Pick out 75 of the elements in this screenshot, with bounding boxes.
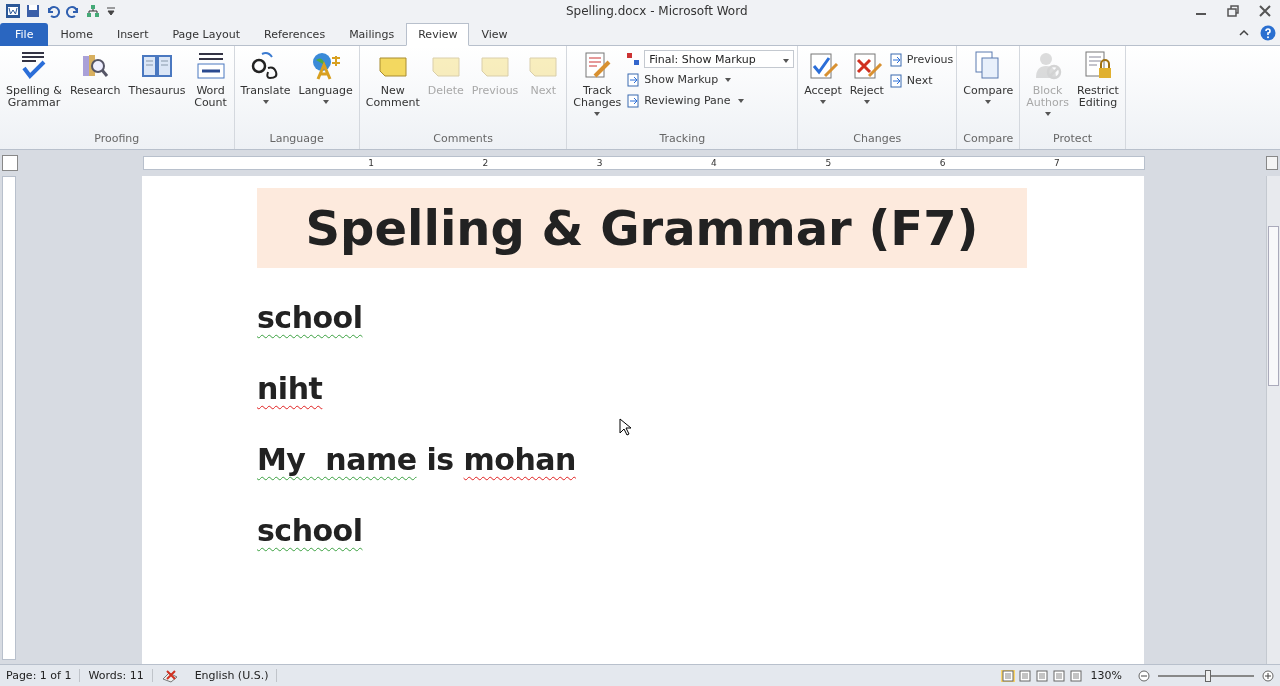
group-label: Protect — [1053, 131, 1092, 147]
document-heading: Spelling & Grammar (F7) — [257, 188, 1027, 268]
zoom-in-icon[interactable] — [1262, 669, 1274, 682]
counter-icon — [194, 50, 227, 82]
web-layout-icon[interactable] — [1034, 669, 1049, 682]
outline-icon[interactable] — [1051, 669, 1066, 682]
zoom-out-icon[interactable] — [1138, 669, 1150, 682]
document-paragraph: niht — [257, 370, 323, 408]
ruler-number: 2 — [482, 158, 489, 168]
file-tab[interactable]: File — [0, 23, 49, 46]
zoom-level[interactable]: 130% — [1090, 669, 1130, 682]
ribbon-small-button[interactable]: Previous — [888, 50, 954, 69]
proofing-icon[interactable] — [160, 668, 179, 683]
draft-icon[interactable] — [1068, 669, 1083, 682]
reading-icon[interactable] — [1017, 669, 1032, 682]
vertical-scrollbar[interactable] — [1266, 176, 1280, 664]
ribbon-tab[interactable]: Page Layout — [160, 23, 252, 46]
ribbon-tab[interactable]: View — [469, 23, 520, 46]
save-icon[interactable] — [26, 4, 40, 18]
word-count[interactable]: Words: 11 — [88, 669, 153, 682]
ruler-number: 6 — [939, 158, 946, 168]
print-layout-icon[interactable] — [1000, 669, 1015, 682]
group-label: Changes — [853, 131, 902, 147]
ribbon-button[interactable]: Research — [66, 48, 124, 99]
mouse-pointer-icon — [619, 418, 631, 436]
group-label: Compare — [963, 131, 1014, 147]
display-dropdown[interactable]: Final: Show Markup — [644, 50, 795, 68]
ribbon-button[interactable]: Word Count — [190, 48, 231, 111]
ribbon-small-button[interactable]: Reviewing Pane — [626, 91, 795, 110]
ribbon-tab[interactable]: Insert — [104, 23, 161, 46]
customize-caret-icon[interactable] — [106, 4, 116, 18]
group-label: Proofing — [94, 131, 140, 147]
language-indicator[interactable]: English (U.S.) — [186, 669, 278, 682]
group-label: Tracking — [659, 131, 706, 147]
ribbon-tab[interactable]: References — [252, 23, 338, 46]
ribbon-button[interactable]: Compare — [960, 48, 1017, 106]
ruler-number: 4 — [711, 158, 717, 168]
document-paragraph: My name is mohan — [257, 441, 576, 479]
help-icon[interactable] — [1260, 25, 1276, 41]
ribbon-tab[interactable]: Review — [406, 23, 470, 46]
page-count[interactable]: Page: 1 of 1 — [6, 669, 81, 682]
group-label: Language — [269, 131, 324, 147]
markup-icon — [626, 52, 641, 66]
group-label: Comments — [433, 131, 493, 147]
document-paragraph: school — [257, 299, 363, 337]
ribbon-button[interactable]: Language — [295, 48, 356, 106]
ribbon-button[interactable]: Spelling & Grammar — [3, 48, 65, 111]
word-logo-icon[interactable] — [6, 4, 20, 18]
ribbon-small-button[interactable]: Show Markup — [626, 70, 795, 89]
document-paragraph: school — [257, 512, 363, 550]
ribbon-button[interactable]: Translate — [237, 48, 294, 106]
window-title: Spelling.docx - Microsoft Word — [565, 4, 749, 18]
horizontal-ruler[interactable]: 1 2 3 4 5 6 7 — [143, 156, 1145, 170]
ribbon-tab[interactable]: Home — [48, 23, 105, 46]
tab-selector[interactable] — [2, 155, 18, 171]
ruler-number: 7 — [1053, 158, 1060, 168]
ruler-number: 5 — [825, 158, 832, 168]
close-icon[interactable] — [1258, 4, 1272, 18]
ribbon-tab[interactable]: Mailings — [337, 23, 407, 46]
restore-icon[interactable] — [1226, 4, 1240, 18]
slider-thumb[interactable] — [1204, 669, 1211, 682]
redo-icon[interactable] — [66, 4, 80, 18]
ribbon-button[interactable]: Thesaurus — [125, 48, 189, 99]
undo-icon[interactable] — [46, 4, 60, 18]
ribbon-button[interactable]: New Comment — [362, 48, 423, 111]
ruler-number: 1 — [368, 158, 374, 168]
ribbon-button[interactable]: Restrict Editing — [1074, 48, 1122, 111]
ruler-number: 3 — [596, 158, 603, 168]
ribbon-button[interactable]: Reject — [846, 48, 887, 106]
view-ruler-icon[interactable] — [1266, 156, 1278, 170]
ribbon-button[interactable]: Track Changes — [570, 48, 625, 118]
caret-icon — [783, 58, 790, 63]
ribbon-small-button[interactable]: Next — [888, 71, 954, 90]
ribbon-button[interactable]: Accept — [801, 48, 845, 106]
diagram-icon[interactable] — [86, 4, 100, 18]
